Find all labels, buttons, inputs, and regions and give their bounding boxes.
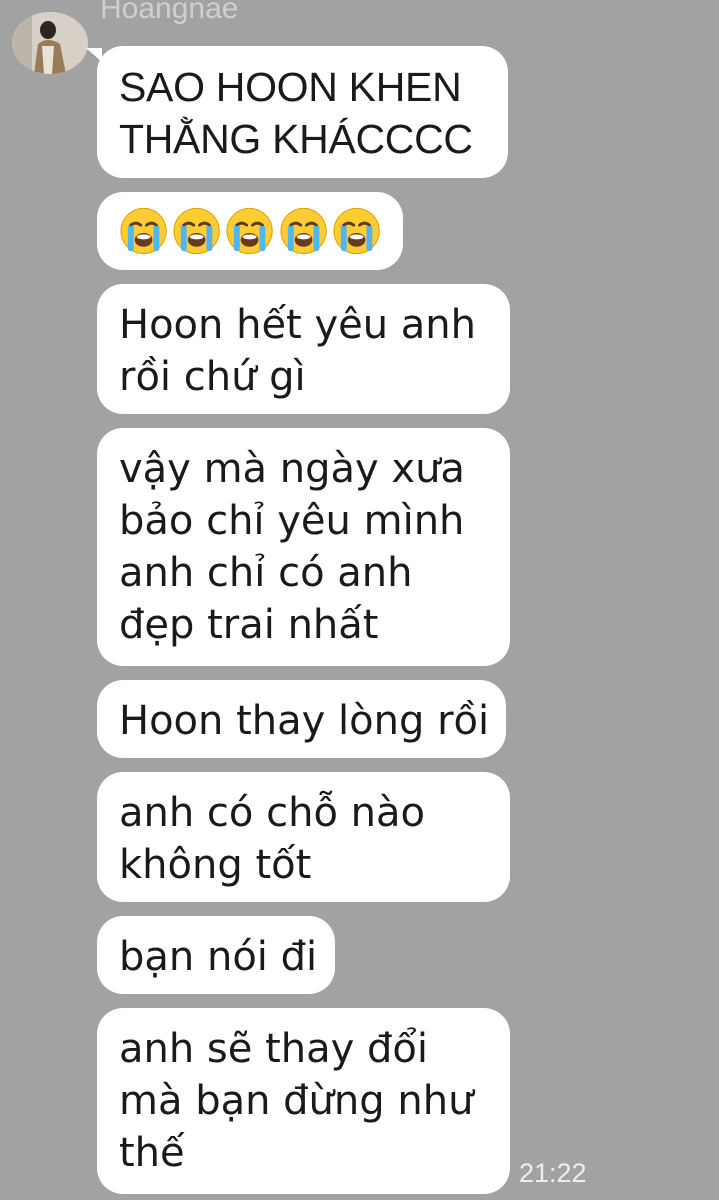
loudly-crying-face-icon <box>280 207 327 255</box>
message-line: bạn nói đi <box>119 934 318 980</box>
loudly-crying-face-icon <box>173 207 220 255</box>
message-line: Hoon thay lòng rồi <box>119 698 490 744</box>
message-timestamp: 21:22 <box>519 1158 587 1188</box>
message-bubble[interactable]: Hoon hết yêu anh rồi chứ gì <box>97 284 510 414</box>
avatar-photo-icon <box>12 12 88 74</box>
message-bubble[interactable]: bạn nói đi <box>97 916 335 994</box>
message-line: Hoon hết yêu anh <box>119 302 477 348</box>
message-line: mà bạn đừng như <box>119 1078 474 1124</box>
loudly-crying-face-icon <box>226 207 274 255</box>
message-bubble[interactable]: anh sẽ thay đổi mà bạn đừng như thế <box>97 1008 510 1194</box>
message-line: anh có chỗ nào <box>119 790 425 836</box>
message-line: rồi chứ gì <box>119 354 306 400</box>
message-line: thế <box>119 1130 185 1176</box>
message-line: THẰNG KHÁCCCC <box>119 116 473 162</box>
loudly-crying-face-icon <box>120 207 167 255</box>
message-line: anh sẽ thay đổi <box>119 1026 429 1072</box>
message-line: đẹp trai nhất <box>119 602 379 648</box>
message-bubble[interactable]: SAO HOON KHEN THẰNG KHÁCCCC <box>97 46 508 178</box>
chat-thread: Hoangnae SAO HOON KHEN THẰNG KHÁCCCC Hoo… <box>0 0 719 1200</box>
message-line: không tốt <box>119 842 312 888</box>
message-line: SAO HOON KHEN <box>119 64 462 110</box>
loudly-crying-face-icon <box>333 207 380 255</box>
emoji-message-bubble[interactable] <box>97 192 403 270</box>
sender-avatar[interactable] <box>12 12 88 74</box>
emoji-row <box>119 205 381 257</box>
message-line: vậy mà ngày xưa <box>119 446 465 492</box>
message-line: bảo chỉ yêu mình <box>119 498 465 544</box>
message-bubble[interactable]: Hoon thay lòng rồi <box>97 680 506 758</box>
sender-name: Hoangnae <box>100 0 239 25</box>
message-bubble[interactable]: vậy mà ngày xưa bảo chỉ yêu mình anh chỉ… <box>97 428 510 666</box>
message-bubble[interactable]: anh có chỗ nào không tốt <box>97 772 510 902</box>
message-line: anh chỉ có anh <box>119 550 413 596</box>
